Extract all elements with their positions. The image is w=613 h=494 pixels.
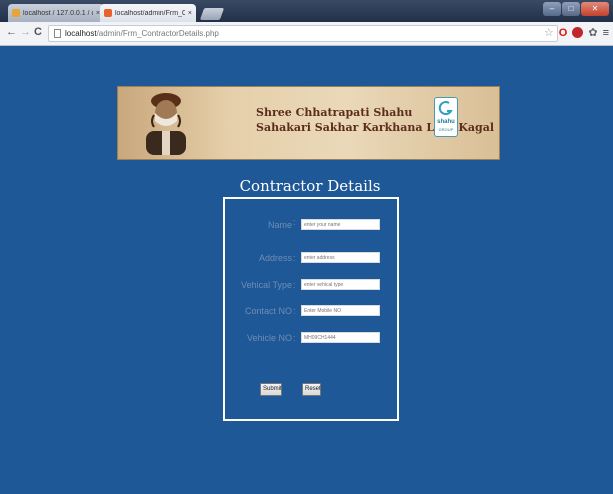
contact-no-row: Contact NO : [225, 305, 397, 319]
colon: : [293, 306, 296, 316]
window-controls: – □ ✕ [543, 2, 609, 16]
reload-icon[interactable]: C [34, 26, 42, 38]
forward-icon[interactable]: → [20, 26, 31, 38]
address-row: Address : [225, 252, 397, 266]
banner-title-line1: Shree Chhatrapati Shahu [256, 106, 413, 119]
shahu-logo: shahu GROUP [434, 97, 458, 137]
page-icon [54, 29, 61, 38]
close-window-button[interactable]: ✕ [581, 2, 609, 16]
address-host: localhost [65, 29, 97, 38]
vehical-type-input[interactable] [301, 279, 380, 290]
name-input[interactable] [301, 219, 380, 230]
browser-tab-strip: localhost / 127.0.0.1 / db × localhost/a… [0, 0, 613, 22]
contractor-form: Name : Address : Vehical Type : Contact … [223, 197, 399, 421]
maximize-button[interactable]: □ [562, 2, 580, 16]
address-path: /admin/Frm_ContractorDetails.php [96, 29, 219, 38]
minimize-button[interactable]: – [543, 2, 561, 16]
submit-button[interactable]: Submit [260, 383, 282, 396]
colon: : [293, 280, 296, 290]
colon: : [293, 217, 296, 227]
colon: : [293, 333, 296, 343]
header-banner: Shree Chhatrapati Shahu Sahakari Sakhar … [117, 86, 500, 160]
puzzle-extension-icon[interactable]: ✿ [588, 26, 597, 39]
banner-title-line2: Sahakari Sakhar Karkhana Ltd., Kagal [256, 121, 495, 134]
address-input[interactable] [301, 252, 380, 263]
new-tab-button[interactable] [199, 8, 225, 20]
vehicle-no-row: Vehicle NO : [225, 332, 397, 346]
tab-label: localhost/admin/Frm_Con [115, 9, 185, 17]
opera-extension-icon[interactable]: O [559, 27, 568, 39]
tab-phpmyadmin[interactable]: localhost / 127.0.0.1 / db × [8, 4, 104, 22]
close-icon[interactable]: × [188, 10, 192, 17]
logo-text: shahu [437, 119, 455, 125]
vehical-type-label: Vehical Type [241, 280, 292, 290]
logo-subtext: GROUP [438, 127, 454, 132]
portrait-image [146, 93, 186, 155]
reset-button[interactable]: Reset [302, 383, 321, 396]
tab-label: localhost / 127.0.0.1 / db [23, 9, 93, 17]
vehicle-no-label: Vehicle NO [246, 333, 292, 343]
phpmyadmin-favicon-icon [12, 9, 20, 17]
page-favicon-icon [104, 9, 112, 17]
address-bar[interactable]: localhost/admin/Frm_ContractorDetails.ph… [48, 25, 558, 42]
page-title: Contractor Details [239, 177, 381, 195]
name-label: Name [267, 220, 292, 230]
contact-no-input[interactable] [301, 305, 380, 316]
logo-swirl-icon [438, 101, 453, 116]
browser-toolbar: ← → C localhost/admin/Frm_ContractorDeta… [0, 22, 613, 46]
adblock-extension-icon[interactable] [572, 27, 584, 38]
bookmark-star-icon[interactable]: ☆ [544, 26, 554, 39]
chrome-menu-icon[interactable]: ≡ [603, 27, 609, 39]
name-row: Name : [225, 217, 397, 233]
toolbar-extensions: ☆ O ✿ ≡ [544, 26, 609, 40]
vehical-type-row: Vehical Type : [225, 279, 397, 293]
tab-contractor-details[interactable]: localhost/admin/Frm_Con × [100, 4, 196, 22]
page-body: Shree Chhatrapati Shahu Sahakari Sakhar … [0, 46, 613, 494]
vehicle-no-input[interactable] [301, 332, 380, 343]
contact-no-label: Contact NO [244, 306, 292, 316]
address-label: Address [258, 253, 292, 263]
colon: : [293, 253, 296, 263]
back-icon[interactable]: ← [6, 26, 17, 38]
